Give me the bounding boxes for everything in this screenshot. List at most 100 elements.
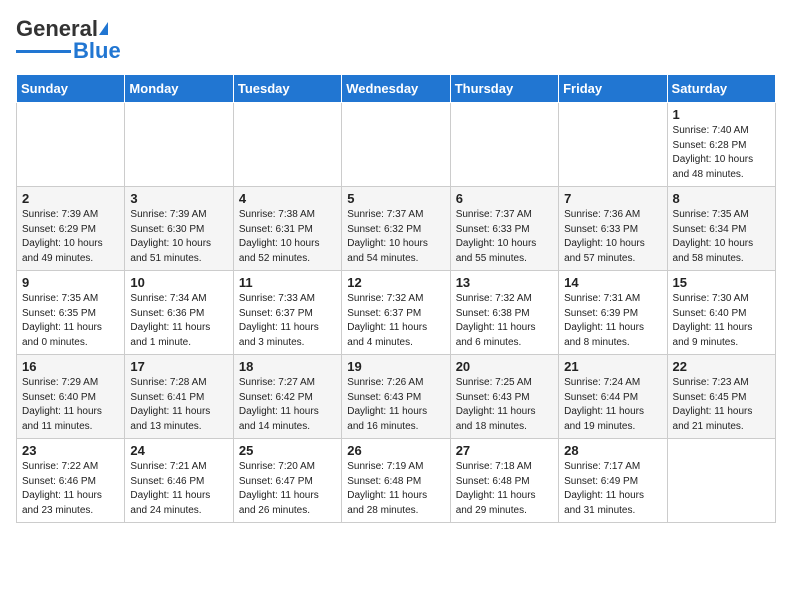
- weekday-header-saturday: Saturday: [667, 75, 775, 103]
- calendar-cell: 21 Sunrise: 7:24 AM Sunset: 6:44 PM Dayli…: [559, 355, 667, 439]
- calendar-cell: 25 Sunrise: 7:20 AM Sunset: 6:47 PM Dayli…: [233, 439, 341, 523]
- day-number: 2: [22, 191, 119, 206]
- day-info: Sunrise: 7:36 AM Sunset: 6:33 PM Dayligh…: [564, 208, 661, 266]
- day-number: 13: [456, 275, 553, 290]
- day-info: Sunrise: 7:29 AM Sunset: 6:40 PM Dayligh…: [22, 376, 119, 434]
- calendar-cell: [125, 103, 233, 187]
- day-number: 8: [673, 191, 770, 206]
- calendar-cell: 6Sunrise: 7:37 AM Sunset: 6:33 PM Daylig…: [450, 187, 558, 271]
- day-number: 26: [347, 443, 444, 458]
- weekday-header-friday: Friday: [559, 75, 667, 103]
- day-number: 25: [239, 443, 336, 458]
- day-number: 22: [673, 359, 770, 374]
- calendar-cell: 26 Sunrise: 7:19 AM Sunset: 6:48 PM Dayli…: [342, 439, 450, 523]
- calendar-cell: 11 Sunrise: 7:33 AM Sunset: 6:37 PM Dayli…: [233, 271, 341, 355]
- calendar-cell: 27 Sunrise: 7:18 AM Sunset: 6:48 PM Dayli…: [450, 439, 558, 523]
- day-info: Sunrise: 7:30 AM Sunset: 6:40 PM Dayligh…: [673, 292, 770, 350]
- day-info: Sunrise: 7:35 AM Sunset: 6:35 PM Dayligh…: [22, 292, 119, 350]
- calendar-cell: 23 Sunrise: 7:22 AM Sunset: 6:46 PM Dayli…: [17, 439, 125, 523]
- calendar-table: SundayMondayTuesdayWednesdayThursdayFrid…: [16, 74, 776, 523]
- day-number: 12: [347, 275, 444, 290]
- calendar-cell: 3 Sunrise: 7:39 AM Sunset: 6:30 PM Daylig…: [125, 187, 233, 271]
- day-number: 17: [130, 359, 227, 374]
- calendar-cell: [450, 103, 558, 187]
- calendar-cell: [342, 103, 450, 187]
- day-number: 4: [239, 191, 336, 206]
- weekday-header-sunday: Sunday: [17, 75, 125, 103]
- day-info: Sunrise: 7:32 AM Sunset: 6:37 PM Dayligh…: [347, 292, 444, 350]
- weekday-header-thursday: Thursday: [450, 75, 558, 103]
- calendar-cell: 16 Sunrise: 7:29 AM Sunset: 6:40 PM Dayli…: [17, 355, 125, 439]
- calendar-week-5: 23 Sunrise: 7:22 AM Sunset: 6:46 PM Dayli…: [17, 439, 776, 523]
- calendar-cell: 18 Sunrise: 7:27 AM Sunset: 6:42 PM Dayli…: [233, 355, 341, 439]
- calendar-week-4: 16 Sunrise: 7:29 AM Sunset: 6:40 PM Dayli…: [17, 355, 776, 439]
- calendar-week-2: 2 Sunrise: 7:39 AM Sunset: 6:29 PM Daylig…: [17, 187, 776, 271]
- calendar-cell: [667, 439, 775, 523]
- weekday-header-tuesday: Tuesday: [233, 75, 341, 103]
- day-info: Sunrise: 7:27 AM Sunset: 6:42 PM Dayligh…: [239, 376, 336, 434]
- day-number: 27: [456, 443, 553, 458]
- logo-blue: Blue: [73, 38, 121, 64]
- weekday-header-row: SundayMondayTuesdayWednesdayThursdayFrid…: [17, 75, 776, 103]
- day-number: 10: [130, 275, 227, 290]
- weekday-header-monday: Monday: [125, 75, 233, 103]
- day-info: Sunrise: 7:37 AM Sunset: 6:33 PM Dayligh…: [456, 208, 553, 266]
- day-info: Sunrise: 7:24 AM Sunset: 6:44 PM Dayligh…: [564, 376, 661, 434]
- day-number: 19: [347, 359, 444, 374]
- calendar-cell: 17 Sunrise: 7:28 AM Sunset: 6:41 PM Dayli…: [125, 355, 233, 439]
- calendar-cell: 4Sunrise: 7:38 AM Sunset: 6:31 PM Daylig…: [233, 187, 341, 271]
- day-number: 20: [456, 359, 553, 374]
- day-info: Sunrise: 7:26 AM Sunset: 6:43 PM Dayligh…: [347, 376, 444, 434]
- calendar-cell: [233, 103, 341, 187]
- calendar-week-3: 9 Sunrise: 7:35 AM Sunset: 6:35 PM Daylig…: [17, 271, 776, 355]
- calendar-cell: 20Sunrise: 7:25 AM Sunset: 6:43 PM Dayli…: [450, 355, 558, 439]
- day-info: Sunrise: 7:18 AM Sunset: 6:48 PM Dayligh…: [456, 460, 553, 518]
- day-number: 23: [22, 443, 119, 458]
- day-number: 3: [130, 191, 227, 206]
- day-number: 11: [239, 275, 336, 290]
- day-number: 14: [564, 275, 661, 290]
- day-info: Sunrise: 7:37 AM Sunset: 6:32 PM Dayligh…: [347, 208, 444, 266]
- day-number: 9: [22, 275, 119, 290]
- calendar-cell: 28 Sunrise: 7:17 AM Sunset: 6:49 PM Dayli…: [559, 439, 667, 523]
- calendar-cell: 22 Sunrise: 7:23 AM Sunset: 6:45 PM Dayli…: [667, 355, 775, 439]
- day-number: 24: [130, 443, 227, 458]
- logo-underline: [16, 50, 71, 53]
- weekday-header-wednesday: Wednesday: [342, 75, 450, 103]
- day-info: Sunrise: 7:35 AM Sunset: 6:34 PM Dayligh…: [673, 208, 770, 266]
- calendar-cell: 24 Sunrise: 7:21 AM Sunset: 6:46 PM Dayli…: [125, 439, 233, 523]
- day-info: Sunrise: 7:19 AM Sunset: 6:48 PM Dayligh…: [347, 460, 444, 518]
- day-info: Sunrise: 7:20 AM Sunset: 6:47 PM Dayligh…: [239, 460, 336, 518]
- calendar-cell: 15 Sunrise: 7:30 AM Sunset: 6:40 PM Dayli…: [667, 271, 775, 355]
- day-info: Sunrise: 7:34 AM Sunset: 6:36 PM Dayligh…: [130, 292, 227, 350]
- day-info: Sunrise: 7:39 AM Sunset: 6:30 PM Dayligh…: [130, 208, 227, 266]
- day-number: 5: [347, 191, 444, 206]
- calendar-cell: 1 Sunrise: 7:40 AM Sunset: 6:28 PM Daylig…: [667, 103, 775, 187]
- day-number: 7: [564, 191, 661, 206]
- day-number: 16: [22, 359, 119, 374]
- calendar-cell: 5 Sunrise: 7:37 AM Sunset: 6:32 PM Daylig…: [342, 187, 450, 271]
- calendar-cell: 13 Sunrise: 7:32 AM Sunset: 6:38 PM Dayli…: [450, 271, 558, 355]
- calendar-cell: 19 Sunrise: 7:26 AM Sunset: 6:43 PM Dayli…: [342, 355, 450, 439]
- day-info: Sunrise: 7:17 AM Sunset: 6:49 PM Dayligh…: [564, 460, 661, 518]
- day-info: Sunrise: 7:21 AM Sunset: 6:46 PM Dayligh…: [130, 460, 227, 518]
- day-info: Sunrise: 7:22 AM Sunset: 6:46 PM Dayligh…: [22, 460, 119, 518]
- day-info: Sunrise: 7:32 AM Sunset: 6:38 PM Dayligh…: [456, 292, 553, 350]
- day-number: 28: [564, 443, 661, 458]
- day-number: 18: [239, 359, 336, 374]
- day-number: 15: [673, 275, 770, 290]
- day-info: Sunrise: 7:39 AM Sunset: 6:29 PM Dayligh…: [22, 208, 119, 266]
- day-info: Sunrise: 7:40 AM Sunset: 6:28 PM Dayligh…: [673, 124, 770, 182]
- day-info: Sunrise: 7:23 AM Sunset: 6:45 PM Dayligh…: [673, 376, 770, 434]
- calendar-cell: 8 Sunrise: 7:35 AM Sunset: 6:34 PM Daylig…: [667, 187, 775, 271]
- calendar-cell: 7 Sunrise: 7:36 AM Sunset: 6:33 PM Daylig…: [559, 187, 667, 271]
- day-info: Sunrise: 7:28 AM Sunset: 6:41 PM Dayligh…: [130, 376, 227, 434]
- logo: General Blue: [16, 16, 121, 64]
- calendar-cell: [559, 103, 667, 187]
- day-info: Sunrise: 7:33 AM Sunset: 6:37 PM Dayligh…: [239, 292, 336, 350]
- day-number: 1: [673, 107, 770, 122]
- day-number: 21: [564, 359, 661, 374]
- calendar-cell: 9 Sunrise: 7:35 AM Sunset: 6:35 PM Daylig…: [17, 271, 125, 355]
- day-info: Sunrise: 7:31 AM Sunset: 6:39 PM Dayligh…: [564, 292, 661, 350]
- calendar-cell: 2 Sunrise: 7:39 AM Sunset: 6:29 PM Daylig…: [17, 187, 125, 271]
